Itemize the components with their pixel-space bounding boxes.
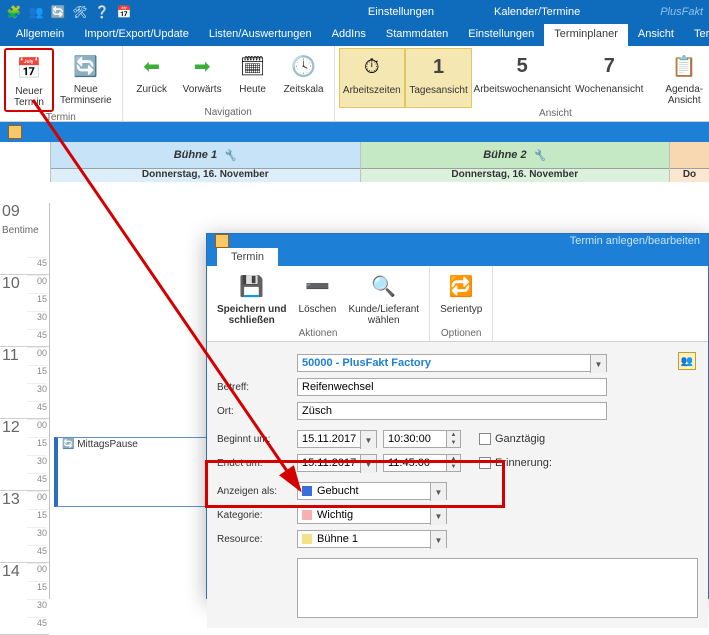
context-tab-kalender[interactable]: Kalender/Termine xyxy=(494,6,580,18)
beginnt-date-field[interactable]: 15.11.2017▼ xyxy=(297,430,377,448)
arbeitswochenansicht-button[interactable]: 5Arbeitswochenansicht xyxy=(472,48,572,108)
ort-field[interactable]: Züsch xyxy=(297,402,607,420)
qat-icon-cal[interactable]: 📅 xyxy=(116,4,132,20)
beginnt-time-field[interactable]: 10:30:00 xyxy=(383,430,447,448)
menu-einstellungen[interactable]: Einstellungen xyxy=(458,24,544,46)
brand-label: PlusFakt xyxy=(620,6,703,18)
ganztaegig-checkbox[interactable]: Ganztägig xyxy=(479,433,545,445)
speichern-schliessen-button[interactable]: 💾Speichern und schließen xyxy=(211,268,292,328)
serientyp-button[interactable]: 🔁Serientyp xyxy=(434,268,488,328)
save-close-icon: 💾 xyxy=(236,270,268,302)
kategorie-field[interactable]: Wichtig▼ xyxy=(297,506,447,524)
chevron-down-icon[interactable]: ▼ xyxy=(360,431,376,449)
chevron-down-icon[interactable]: ▼ xyxy=(360,455,376,473)
chevron-down-icon[interactable]: ▼ xyxy=(430,483,446,501)
chevron-down-icon[interactable]: ▼ xyxy=(430,507,446,525)
chevron-down-icon[interactable]: ▼ xyxy=(590,355,606,373)
time-spinner[interactable]: ▲▼ xyxy=(447,454,461,472)
qat-icon-1[interactable]: 🧩 xyxy=(6,4,22,20)
neuer-termin-button[interactable]: 📅 Neuer Termin xyxy=(4,48,54,112)
arrow-left-icon: ⬅ xyxy=(136,50,168,82)
menu-listen[interactable]: Listen/Auswertungen xyxy=(199,24,322,46)
delete-icon: ➖ xyxy=(301,270,333,302)
series-icon: 🔄 xyxy=(70,50,102,82)
dialog-title-bar[interactable]: Termin anlegen/bearbeiten xyxy=(207,234,708,248)
qat-icon-4[interactable]: 🛠 xyxy=(72,4,88,20)
zurueck-button[interactable]: ⬅Zurück xyxy=(127,48,177,107)
column-buehne-1[interactable]: Bühne 1🔧 Donnerstag, 16. November xyxy=(50,142,360,182)
subbar-calendar-icon xyxy=(8,125,22,139)
anzeigen-als-field[interactable]: Gebucht▼ xyxy=(297,482,447,500)
agenda-ansicht-button[interactable]: 📋Agenda-Ansicht xyxy=(646,48,709,108)
today-icon: 🗓 xyxy=(237,50,269,82)
qat-icon-help[interactable]: ❔ xyxy=(94,4,110,20)
menu-bar: Allgemein Import/Export/Update Listen/Au… xyxy=(0,24,709,46)
title-bar: 🧩 👥 🔄 🛠 ❔ 📅 Einstellungen Kalender/Termi… xyxy=(0,0,709,24)
kunde-lookup-button[interactable]: 👥 xyxy=(678,352,696,370)
betreff-field[interactable]: Reifenwechsel xyxy=(297,378,607,396)
kunde-field[interactable]: 50000 - PlusFakt Factory▼ xyxy=(297,354,607,372)
kunde-lieferant-button[interactable]: 🔍Kunde/Lieferant wählen xyxy=(342,268,425,328)
column-buehne-2[interactable]: Bühne 2🔧 Donnerstag, 16. November xyxy=(360,142,670,182)
calendar-new-icon: 📅 xyxy=(13,52,45,84)
termin-dialog: Termin anlegen/bearbeiten Termin 💾Speich… xyxy=(206,233,709,599)
wochenansicht-button[interactable]: 7Wochenansicht xyxy=(572,48,646,108)
menu-stammdaten[interactable]: Stammdaten xyxy=(376,24,458,46)
resource-field[interactable]: Bühne 1▼ xyxy=(297,530,447,548)
qat-icon-2[interactable]: 👥 xyxy=(28,4,44,20)
menu-ansicht[interactable]: Ansicht xyxy=(628,24,684,46)
workweek-icon: 5 xyxy=(506,50,538,82)
endet-date-field[interactable]: 15.11.2017▼ xyxy=(297,454,377,472)
ribbon: 📅 Neuer Termin 🔄 Neue Terminserie Termin… xyxy=(0,46,709,122)
worktimes-icon: ⏱ xyxy=(356,51,388,83)
neue-terminserie-button[interactable]: 🔄 Neue Terminserie xyxy=(54,48,118,112)
zeitskala-button[interactable]: 🕓Zeitskala xyxy=(278,48,330,107)
tagesansicht-button[interactable]: 1Tagesansicht xyxy=(405,48,472,108)
vorwaerts-button[interactable]: ➡Vorwärts xyxy=(177,48,228,107)
loeschen-button[interactable]: ➖Löschen xyxy=(292,268,342,328)
day-view-icon: 1 xyxy=(423,51,455,83)
time-column: 0945100015304511001530451200153045130015… xyxy=(0,203,50,599)
time-spinner[interactable]: ▲▼ xyxy=(447,430,461,448)
erinnerung-checkbox[interactable]: Erinnerung: xyxy=(479,457,552,469)
dialog-tab-termin[interactable]: Termin xyxy=(217,248,278,266)
endet-time-field[interactable]: 11:45:00 xyxy=(383,454,447,472)
lift-icon: 🔧 xyxy=(223,149,237,162)
heute-button[interactable]: 🗓Heute xyxy=(228,48,278,107)
menu-allgemein[interactable]: Allgemein xyxy=(6,24,74,46)
menu-addins[interactable]: AddIns xyxy=(322,24,376,46)
notes-field[interactable] xyxy=(297,558,698,618)
qat-icon-3[interactable]: 🔄 xyxy=(50,4,66,20)
menu-import-export[interactable]: Import/Export/Update xyxy=(74,24,199,46)
search-customer-icon: 🔍 xyxy=(368,270,400,302)
recurrence-icon: 🔁 xyxy=(445,270,477,302)
clock-icon: 🕓 xyxy=(288,50,320,82)
week-icon: 7 xyxy=(593,50,625,82)
arbeitszeiten-button[interactable]: ⏱Arbeitszeiten xyxy=(339,48,405,108)
menu-termin[interactable]: Termin xyxy=(684,24,709,46)
dialog-calendar-icon xyxy=(215,234,229,248)
arrow-right-icon: ➡ xyxy=(186,50,218,82)
chevron-down-icon[interactable]: ▼ xyxy=(430,531,446,549)
lift-icon: 🔧 xyxy=(533,149,547,162)
menu-terminplaner[interactable]: Terminplaner xyxy=(544,24,628,46)
sub-bar xyxy=(0,122,709,142)
agenda-icon: 📋 xyxy=(668,50,700,82)
context-tab-einstellungen[interactable]: Einstellungen xyxy=(368,6,434,18)
column-extra[interactable]: Do xyxy=(669,142,709,182)
dialog-title: Termin anlegen/bearbeiten xyxy=(570,235,700,247)
column-headers: Bühne 1🔧 Donnerstag, 16. November Bühne … xyxy=(0,142,709,182)
